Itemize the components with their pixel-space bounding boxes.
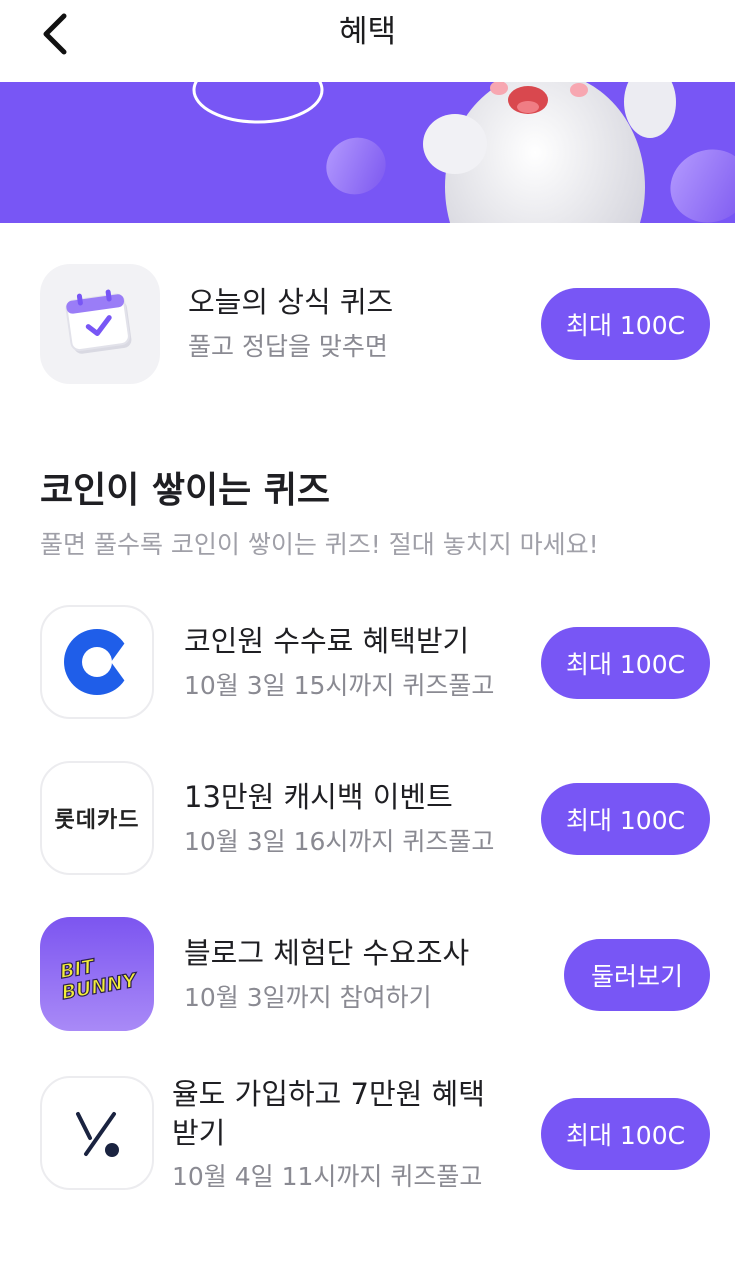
featured-reward-button[interactable]: 최대 100C: [541, 288, 710, 360]
lotte-card-logo-text: 롯데카드: [54, 808, 140, 833]
reward-button[interactable]: 최대 100C: [541, 627, 710, 699]
top-bar: 혜택: [0, 0, 735, 82]
item-subtitle: 10월 3일 16시까지 퀴즈풀고: [184, 827, 495, 856]
coinone-logo-icon: [40, 605, 154, 719]
item-subtitle: 10월 3일까지 참여하기: [184, 983, 432, 1012]
item-title-line2: 받기: [172, 1116, 226, 1150]
item-title-line1: 율도 가입하고 7만원 혜택: [172, 1077, 485, 1111]
featured-subtitle: 풀고 정답을 맞추면: [188, 332, 388, 361]
reward-button[interactable]: 최대 100C: [541, 1098, 710, 1170]
featured-title: 오늘의 상식 퀴즈: [188, 285, 394, 319]
item-title: 코인원 수수료 혜택받기: [184, 624, 470, 658]
list-item-bitbunny[interactable]: BIT BUNNY 블로그 체험단 수요조사 10월 3일까지 참여하기 둘러보…: [0, 917, 735, 1033]
browse-button[interactable]: 둘러보기: [564, 939, 710, 1011]
page-title: 혜택: [338, 14, 397, 50]
section-description: 풀면 풀수록 코인이 쌓이는 퀴즈! 절대 놓치지 마세요!: [40, 530, 599, 559]
featured-quiz-row[interactable]: 오늘의 상식 퀴즈 풀고 정답을 맞추면 최대 100C: [0, 264, 735, 384]
reward-button[interactable]: 최대 100C: [541, 783, 710, 855]
calendar-check-icon: [40, 264, 160, 384]
quiz-banner[interactable]: [0, 82, 735, 223]
yuldo-logo-icon: [40, 1076, 154, 1190]
lotte-card-logo-icon: 롯데카드: [40, 761, 154, 875]
list-item-lotte-card[interactable]: 롯데카드 13만원 캐시백 이벤트 10월 3일 16시까지 퀴즈풀고 최대 1…: [0, 761, 735, 877]
list-item-yuldo[interactable]: 율도 가입하고 7만원 혜택 받기 10월 4일 11시까지 퀴즈풀고 최대 1…: [0, 1076, 735, 1196]
item-title: 13만원 캐시백 이벤트: [184, 780, 453, 814]
item-subtitle: 10월 3일 15시까지 퀴즈풀고: [184, 671, 495, 700]
bitbunny-logo-icon: BIT BUNNY: [40, 917, 154, 1031]
list-item-coinone[interactable]: 코인원 수수료 혜택받기 10월 3일 15시까지 퀴즈풀고 최대 100C: [0, 605, 735, 721]
item-title: 블로그 체험단 수요조사: [184, 936, 470, 970]
section-title: 코인이 쌓이는 퀴즈: [40, 470, 331, 511]
mascot-illustration: [192, 82, 735, 223]
item-subtitle: 10월 4일 11시까지 퀴즈풀고: [172, 1162, 483, 1191]
